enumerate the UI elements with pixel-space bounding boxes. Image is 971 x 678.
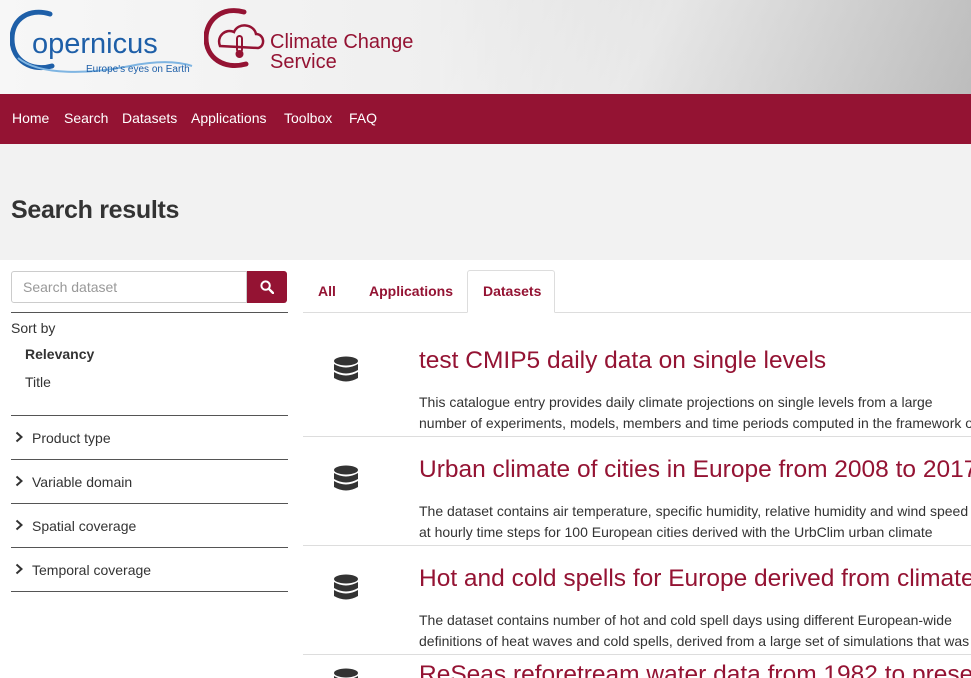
main-nav: Home Search Datasets Applications Toolbo… <box>0 94 971 144</box>
c3s-logo[interactable]: Climate Change Service <box>203 6 419 73</box>
database-icon <box>334 668 358 678</box>
result-description: The dataset contains air temperature, sp… <box>419 503 969 540</box>
result-item: Hot and cold spells for Europe derived f… <box>303 545 971 655</box>
site-header: opernicus Europe's eyes on Earth Climate… <box>0 0 971 94</box>
result-title-link[interactable]: Hot and cold spells for Europe derived f… <box>419 565 971 593</box>
search-input[interactable] <box>11 271 247 303</box>
facet-variable-domain[interactable]: Variable domain <box>11 459 288 504</box>
copernicus-wordmark: opernicus <box>32 28 158 60</box>
tab-applications[interactable]: Applications <box>369 283 453 299</box>
copernicus-tagline: Europe's eyes on Earth <box>86 64 190 75</box>
database-icon <box>334 465 358 491</box>
chevron-right-icon <box>15 519 23 531</box>
result-title-link[interactable]: Urban climate of cities in Europe from 2… <box>419 456 971 484</box>
c3s-title-line1: Climate Change <box>270 31 413 53</box>
facet-label: Spatial coverage <box>32 518 137 534</box>
result-description: The dataset contains number of hot and c… <box>419 612 970 649</box>
search-icon <box>260 280 274 294</box>
nav-datasets[interactable]: Datasets <box>122 110 177 126</box>
facet-label: Temporal coverage <box>32 562 152 578</box>
facet-product-type[interactable]: Product type <box>11 415 288 460</box>
result-title-link[interactable]: ReSeas reforetream water data from 1982 … <box>419 661 971 678</box>
sidebar-divider <box>11 312 288 313</box>
result-description: This catalogue entry provides daily clim… <box>419 394 971 431</box>
sort-option-title[interactable]: Title <box>25 374 51 390</box>
nav-home[interactable]: Home <box>12 110 49 126</box>
search-button[interactable] <box>247 271 287 303</box>
sort-label: Sort by <box>11 320 56 336</box>
c3s-title-line2: Service <box>270 51 337 72</box>
result-title-link[interactable]: test CMIP5 daily data on single levels <box>419 347 826 375</box>
page-title: Search results <box>11 196 180 224</box>
tab-datasets[interactable]: Datasets <box>483 283 541 299</box>
database-icon <box>334 574 358 600</box>
nav-search[interactable]: Search <box>64 110 108 126</box>
nav-toolbox[interactable]: Toolbox <box>284 110 332 126</box>
tabs-divider <box>303 312 971 313</box>
chevron-right-icon <box>15 431 23 443</box>
chevron-right-icon <box>15 563 23 575</box>
tab-all[interactable]: All <box>318 283 336 299</box>
result-item: ReSeas reforetream water data from 1982 … <box>303 654 971 678</box>
chevron-right-icon <box>15 475 23 487</box>
result-item: test CMIP5 daily data on single levels T… <box>303 327 971 437</box>
copernicus-logo[interactable]: opernicus Europe's eyes on Earth <box>9 6 194 76</box>
database-icon <box>334 356 358 382</box>
sort-option-relevancy[interactable]: Relevancy <box>25 346 94 362</box>
facet-label: Variable domain <box>32 474 133 490</box>
result-item: Urban climate of cities in Europe from 2… <box>303 436 971 546</box>
nav-applications[interactable]: Applications <box>191 110 267 126</box>
facet-temporal-coverage[interactable]: Temporal coverage <box>11 547 288 592</box>
facet-spatial-coverage[interactable]: Spatial coverage <box>11 503 288 548</box>
nav-faq[interactable]: FAQ <box>349 110 377 126</box>
facet-label: Product type <box>32 430 111 446</box>
